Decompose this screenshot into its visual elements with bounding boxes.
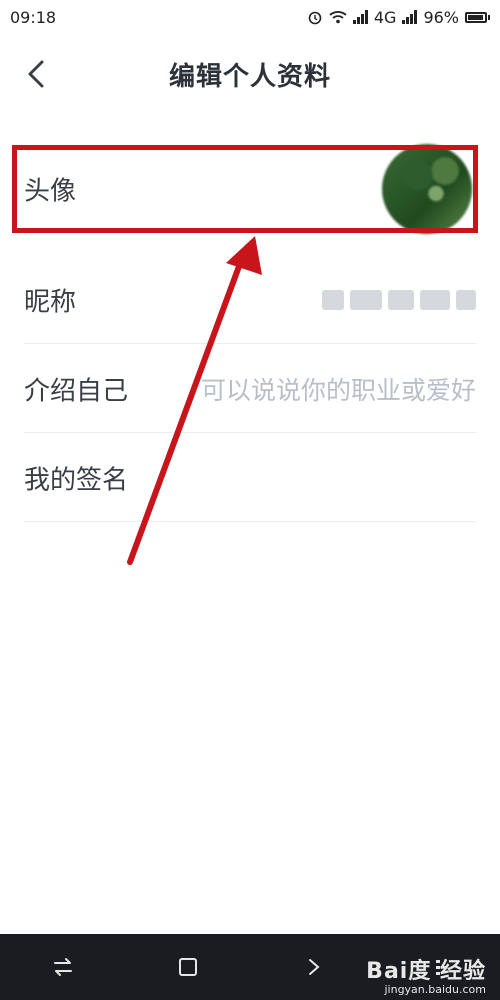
row-label-intro: 介绍自己: [24, 376, 129, 406]
row-signature[interactable]: 我的签名: [24, 434, 476, 522]
battery-percent: 96%: [423, 7, 459, 27]
battery-icon: [465, 11, 487, 23]
nickname-value-blurred: [322, 289, 476, 310]
switch-button[interactable]: [43, 947, 83, 987]
avatar[interactable]: [382, 143, 472, 234]
intro-placeholder[interactable]: 可以说说你的职业或爱好: [201, 371, 476, 407]
status-icons: 4G 96%: [307, 8, 490, 27]
nav-back-button[interactable]: [293, 947, 333, 987]
row-label-nickname: 昵称: [24, 287, 77, 317]
watermark-brand: Bai度 经验: [366, 958, 486, 984]
status-bar: 09:18 4G 96%: [0, 0, 500, 34]
switch-icon: [53, 958, 72, 976]
row-label-avatar: 头像: [24, 176, 77, 206]
wifi-icon: [329, 11, 347, 24]
row-label-signature: 我的签名: [24, 465, 129, 495]
network-type: 4G: [373, 7, 397, 27]
watermark-url: jingyan.baidu.com: [384, 982, 486, 996]
home-button[interactable]: [168, 947, 208, 987]
status-time: 09:18: [10, 7, 57, 27]
header: 编辑个人资料: [0, 34, 500, 114]
page-title: 编辑个人资料: [168, 62, 331, 92]
row-nickname[interactable]: 昵称: [24, 256, 476, 344]
watermark: Bai度 经验 jingyan.baidu.com: [366, 958, 486, 996]
row-intro[interactable]: 介绍自己 可以说说你的职业或爱好: [24, 345, 476, 433]
alarm-icon: [308, 11, 322, 25]
signal-icon-2: [402, 10, 418, 24]
back-icon: [308, 959, 320, 975]
signal-icon: [352, 10, 368, 24]
row-avatar[interactable]: 头像: [24, 143, 476, 234]
home-square-icon: [178, 958, 197, 976]
